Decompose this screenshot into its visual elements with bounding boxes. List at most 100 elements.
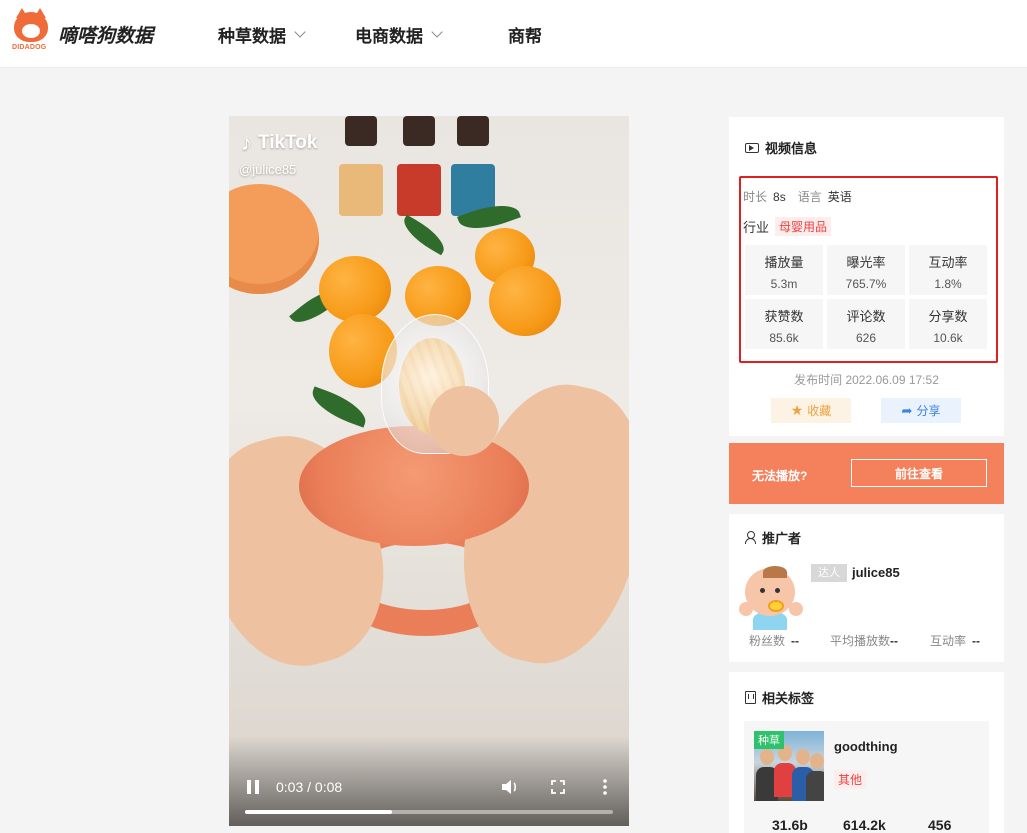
stat-engagement: 互动率 1.8% xyxy=(909,245,987,295)
video-player[interactable]: ♪ TikTok @julice85 0:03 / 0:08 xyxy=(229,116,629,826)
stat-likes: 获赞数 85.6k xyxy=(745,299,823,349)
top-navigation-bar: DIDADOG 嘀嗒狗数据 种草数据 电商数据 商帮 xyxy=(0,0,1027,68)
share-button[interactable]: ➦ 分享 xyxy=(881,398,961,423)
language-label: 语言 xyxy=(797,190,822,204)
duration-label: 时长 xyxy=(743,190,768,204)
tiktok-note-icon: ♪ xyxy=(241,130,252,155)
stat-label: 获赞数 xyxy=(764,309,804,324)
tag-name: goodthing xyxy=(834,739,898,754)
stat-shares: 分享数 10.6k xyxy=(909,299,987,349)
video-info-card: 视频信息 时长 8s 语言 英语 行业 母婴用品 播放量 5.3m 曝光率 765.… xyxy=(729,117,1004,436)
favorite-button[interactable]: ★ 收藏 xyxy=(771,398,851,423)
stat-value: 765.7% xyxy=(845,277,887,291)
nav-grass-data[interactable]: 种草数据 xyxy=(218,22,306,47)
stat-label: 互动率 xyxy=(928,255,968,270)
bookmark-icon xyxy=(745,691,756,704)
brand-name[interactable]: 嘀嗒狗数据 xyxy=(58,21,153,48)
engagement-stat: 互动率 -- xyxy=(930,632,980,649)
bottle xyxy=(337,116,385,236)
nav-label: 电商数据 xyxy=(355,27,423,46)
progress-bar[interactable] xyxy=(245,810,613,814)
stat-value: 5.3m xyxy=(770,277,798,291)
creator-badge: 达人 xyxy=(811,564,847,582)
didadog-logo[interactable]: DIDADOG xyxy=(12,8,50,54)
avatar[interactable] xyxy=(739,566,803,630)
fans-stat: 粉丝数 -- xyxy=(749,632,799,649)
nav-ecommerce-data[interactable]: 电商数据 xyxy=(355,22,443,47)
related-tags-card: 相关标签 种草 goodthing 其他 31.6b 614.2k 456 xyxy=(729,672,1004,833)
star-icon: ★ xyxy=(790,402,804,418)
promoter-title: 推广者 xyxy=(745,528,801,547)
time-display: 0:03 / 0:08 xyxy=(276,779,343,795)
fans-label: 粉丝数 xyxy=(749,634,786,648)
stat-plays: 播放量 5.3m xyxy=(745,245,823,295)
favorite-label: 收藏 xyxy=(807,404,832,418)
chevron-down-icon xyxy=(294,26,306,38)
avg-play-value: -- xyxy=(890,634,899,648)
stat-value: 626 xyxy=(855,331,877,345)
fullscreen-icon[interactable] xyxy=(551,780,565,794)
industry-label: 行业 xyxy=(743,220,770,235)
tag-stat: 31.6b xyxy=(772,817,808,833)
tag-stat: 456 xyxy=(928,817,952,833)
industry-row: 行业 母婴用品 xyxy=(743,217,832,236)
publish-time: 发布时间 2022.06.09 17:52 xyxy=(794,373,939,387)
person-icon xyxy=(745,531,756,544)
avg-play-stat: 平均播放数-- xyxy=(830,632,898,649)
video-info-title-text: 视频信息 xyxy=(765,141,818,156)
share-arrow-icon: ➦ xyxy=(901,402,913,418)
tag-item[interactable]: 种草 goodthing 其他 31.6b 614.2k 456 xyxy=(744,721,989,833)
orange xyxy=(489,266,561,336)
promoter-title-text: 推广者 xyxy=(762,531,802,546)
cannot-play-text: 无法播放? xyxy=(752,469,808,483)
industry-tag[interactable]: 母婴用品 xyxy=(775,217,832,236)
tiktok-watermark: ♪ TikTok xyxy=(241,130,317,156)
stat-label: 曝光率 xyxy=(846,255,886,270)
go-view-button[interactable]: 前往查看 xyxy=(851,459,987,487)
engagement-value: -- xyxy=(972,634,981,648)
engagement-label: 互动率 xyxy=(930,634,967,648)
stats-grid: 播放量 5.3m 曝光率 765.7% 互动率 1.8% 获赞数 85.6k 评论数 62… xyxy=(745,245,987,349)
volume-icon[interactable] xyxy=(501,779,519,795)
stat-label: 播放量 xyxy=(764,255,804,270)
nav-label: 种草数据 xyxy=(218,27,286,46)
orange xyxy=(319,256,391,322)
leaf xyxy=(307,386,371,428)
stat-value: 1.8% xyxy=(934,277,962,291)
stat-label: 评论数 xyxy=(846,309,886,324)
video-info-title: 视频信息 xyxy=(745,138,817,157)
related-tags-title: 相关标签 xyxy=(745,688,814,707)
bottle xyxy=(395,116,443,236)
fans-value: -- xyxy=(791,634,800,648)
promoter-card: 推广者 达人 julice85 粉丝数 -- 平均播放数-- 互动率 -- xyxy=(729,514,1004,662)
tag-category: 其他 xyxy=(834,770,867,789)
tag-stat: 614.2k xyxy=(843,817,886,833)
more-options-icon[interactable] xyxy=(602,778,608,796)
chevron-down-icon xyxy=(431,26,443,38)
language-value: 英语 xyxy=(827,190,852,204)
cannot-play-banner: 无法播放? 前往查看 xyxy=(729,443,1004,504)
video-controls: 0:03 / 0:08 xyxy=(229,736,629,826)
share-label: 分享 xyxy=(916,404,941,418)
video-icon xyxy=(745,142,759,153)
tiktok-wordmark: TikTok xyxy=(258,132,318,153)
tag-type-badge: 种草 xyxy=(754,731,784,749)
stat-value: 10.6k xyxy=(933,331,963,345)
nav-label: 商帮 xyxy=(508,27,542,46)
progress-fill xyxy=(245,810,393,814)
stat-exposure: 曝光率 765.7% xyxy=(827,245,905,295)
dog-logo-icon xyxy=(14,8,48,42)
stat-comments: 评论数 626 xyxy=(827,299,905,349)
thumb xyxy=(429,386,499,456)
stat-label: 分享数 xyxy=(928,309,968,324)
pause-button[interactable] xyxy=(247,780,261,794)
tag-thumbnail: 种草 xyxy=(754,731,824,801)
orange-plate xyxy=(229,184,319,294)
nav-shangbang[interactable]: 商帮 xyxy=(508,22,542,47)
duration-value: 8s xyxy=(773,189,786,204)
promoter-name[interactable]: julice85 xyxy=(852,565,900,580)
video-username: @julice85 xyxy=(239,162,297,177)
avg-play-label: 平均播放数 xyxy=(830,634,891,648)
stat-value: 85.6k xyxy=(769,331,799,345)
logo-text: DIDADOG xyxy=(12,44,47,51)
